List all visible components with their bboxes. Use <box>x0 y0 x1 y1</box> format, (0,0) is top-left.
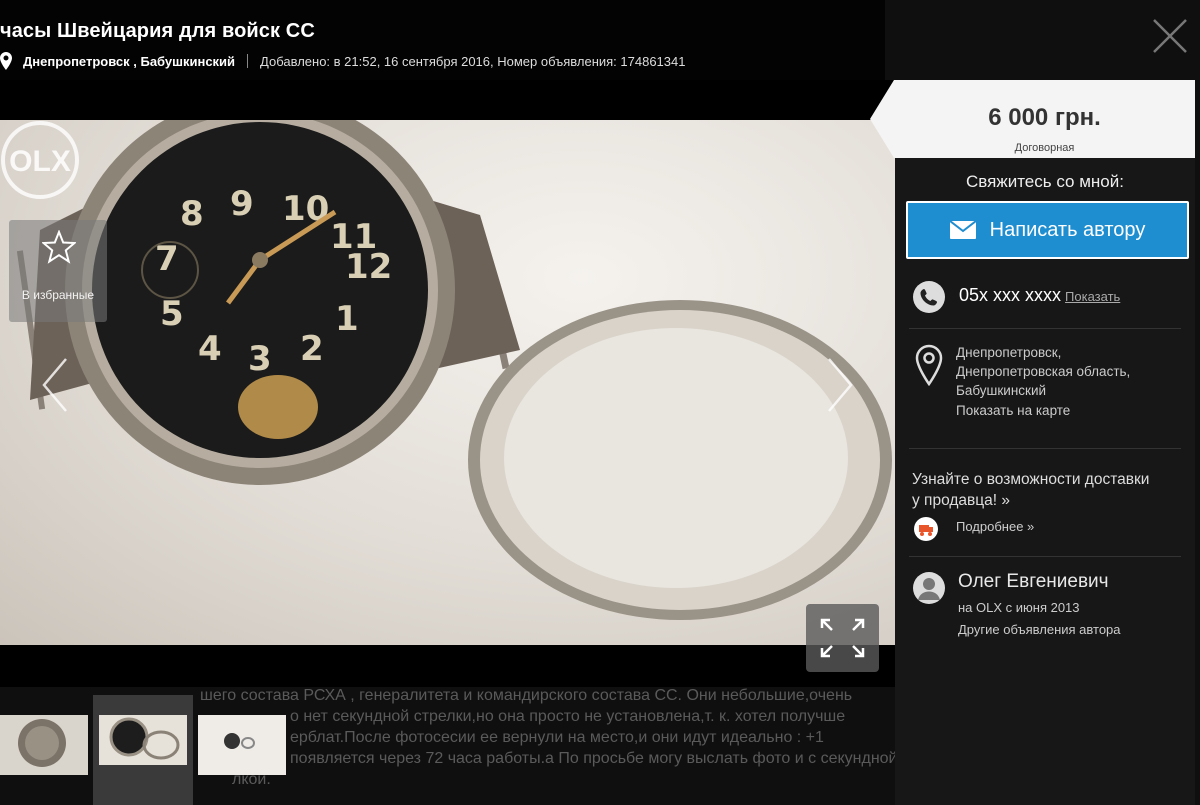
meta-separator <box>247 54 249 68</box>
close-icon[interactable] <box>1150 16 1190 56</box>
fullscreen-icon <box>820 618 865 658</box>
divider <box>909 556 1181 557</box>
phone-icon <box>913 281 945 313</box>
svg-text:2: 2 <box>300 329 324 369</box>
location-icon <box>915 344 943 386</box>
olx-watermark-icon: OLX <box>1 121 79 199</box>
thumbnail-2-active[interactable] <box>93 695 193 805</box>
svg-text:1: 1 <box>335 299 359 339</box>
thumbnail-3[interactable] <box>198 715 286 775</box>
write-to-author-label: Написать автору <box>989 218 1146 241</box>
delivery-more-link[interactable]: Подробнее » <box>956 519 1034 534</box>
listing-location[interactable]: Днепропетровск , Бабушкинский <box>23 54 235 69</box>
svg-text:4: 4 <box>198 329 222 369</box>
listing-description: шего состава РСХА , генералитета и коман… <box>200 685 898 790</box>
crystal-glass <box>504 328 848 588</box>
hand-pivot <box>252 252 268 268</box>
fullscreen-button[interactable] <box>806 604 879 672</box>
write-to-author-button[interactable]: Написать автору <box>906 201 1189 259</box>
listing-meta: Днепропетровск , Бабушкинский Добавлено:… <box>0 51 685 71</box>
description-line: о нет секундной стрелки,но она просто не… <box>290 708 846 725</box>
map-pin-icon <box>0 52 12 70</box>
chevron-right-icon[interactable] <box>825 355 855 415</box>
svg-text:8: 8 <box>180 194 204 234</box>
add-to-favorites-button[interactable]: В избранные <box>9 220 107 322</box>
price-value: 6 000 грн. <box>988 104 1101 131</box>
listing-header: часы Швейцария для войск СС Днепропетров… <box>0 0 885 80</box>
show-on-map-link[interactable]: Показать на карте <box>956 403 1070 418</box>
svg-text:3: 3 <box>248 339 272 379</box>
photo-bottom-band <box>0 645 895 687</box>
address-line: Бабушкинский <box>956 383 1047 398</box>
divider <box>909 328 1181 329</box>
user-icon <box>913 572 945 604</box>
address-line: Днепропетровская область, <box>956 364 1131 379</box>
listing-title: часы Швейцария для войск СС <box>0 20 315 42</box>
photo-top-band <box>0 80 895 120</box>
delivery-line: у продавца! » <box>912 492 1010 509</box>
phone-number: 05х ххх хххх <box>959 285 1062 305</box>
delivery-info[interactable]: Узнайте о возможности доставки у продавц… <box>912 469 1192 511</box>
mail-icon <box>949 221 976 239</box>
contact-title: Свяжитесь со мной: <box>966 172 1124 191</box>
description-line: ерблат.После фотосесии ее вернули на мес… <box>290 729 824 746</box>
favorites-label: В избранные <box>21 288 95 302</box>
svg-text:9: 9 <box>230 184 254 224</box>
price-tag: 6 000 грн. Договорная <box>870 80 1195 158</box>
listing-gallery-overlay: шего состава РСХА , генералитета и коман… <box>0 0 1200 805</box>
thumbnail-strip <box>0 695 300 805</box>
seller-other-ads-link[interactable]: Другие объявления автора <box>958 622 1121 637</box>
olx-watermark-text: OLX <box>9 145 71 178</box>
show-phone-link[interactable]: Показать <box>1065 289 1120 304</box>
description-line: шего состава РСХА , генералитета и коман… <box>200 687 853 704</box>
delivery-line: Узнайте о возможности доставки <box>912 471 1150 488</box>
seller-since: на OLX с июня 2013 <box>958 600 1080 615</box>
thumbnail-1[interactable] <box>0 715 88 775</box>
svg-text:12: 12 <box>345 247 392 287</box>
description-line: лкой. <box>232 771 271 788</box>
price-negotiable-label: Договорная <box>1014 142 1075 154</box>
divider <box>909 448 1181 449</box>
svg-text:5: 5 <box>160 294 184 334</box>
chevron-left-icon[interactable] <box>40 355 70 415</box>
delivery-icon <box>914 517 938 541</box>
seller-name: Олег Евгениевич <box>958 571 1109 592</box>
seller-address: Днепропетровск, Днепропетровская область… <box>956 343 1130 400</box>
watch-crown <box>238 375 318 439</box>
phone-number-row: 05х ххх хххх Показать <box>959 285 1120 306</box>
main-photo: 8 9 10 11 12 1 2 3 4 5 7 В избранные OLX <box>0 120 895 645</box>
contact-sidebar: Свяжитесь со мной: Написать автору 05х х… <box>895 158 1195 805</box>
watch-illustration: 8 9 10 11 12 1 2 3 4 5 7 <box>16 120 892 620</box>
description-line: появляется через 72 часа работы.а По про… <box>290 750 898 767</box>
listing-added-info: Добавлено: в 21:52, 16 сентября 2016, Но… <box>260 53 686 69</box>
address-line: Днепропетровск, <box>956 345 1062 360</box>
star-icon <box>42 230 76 264</box>
